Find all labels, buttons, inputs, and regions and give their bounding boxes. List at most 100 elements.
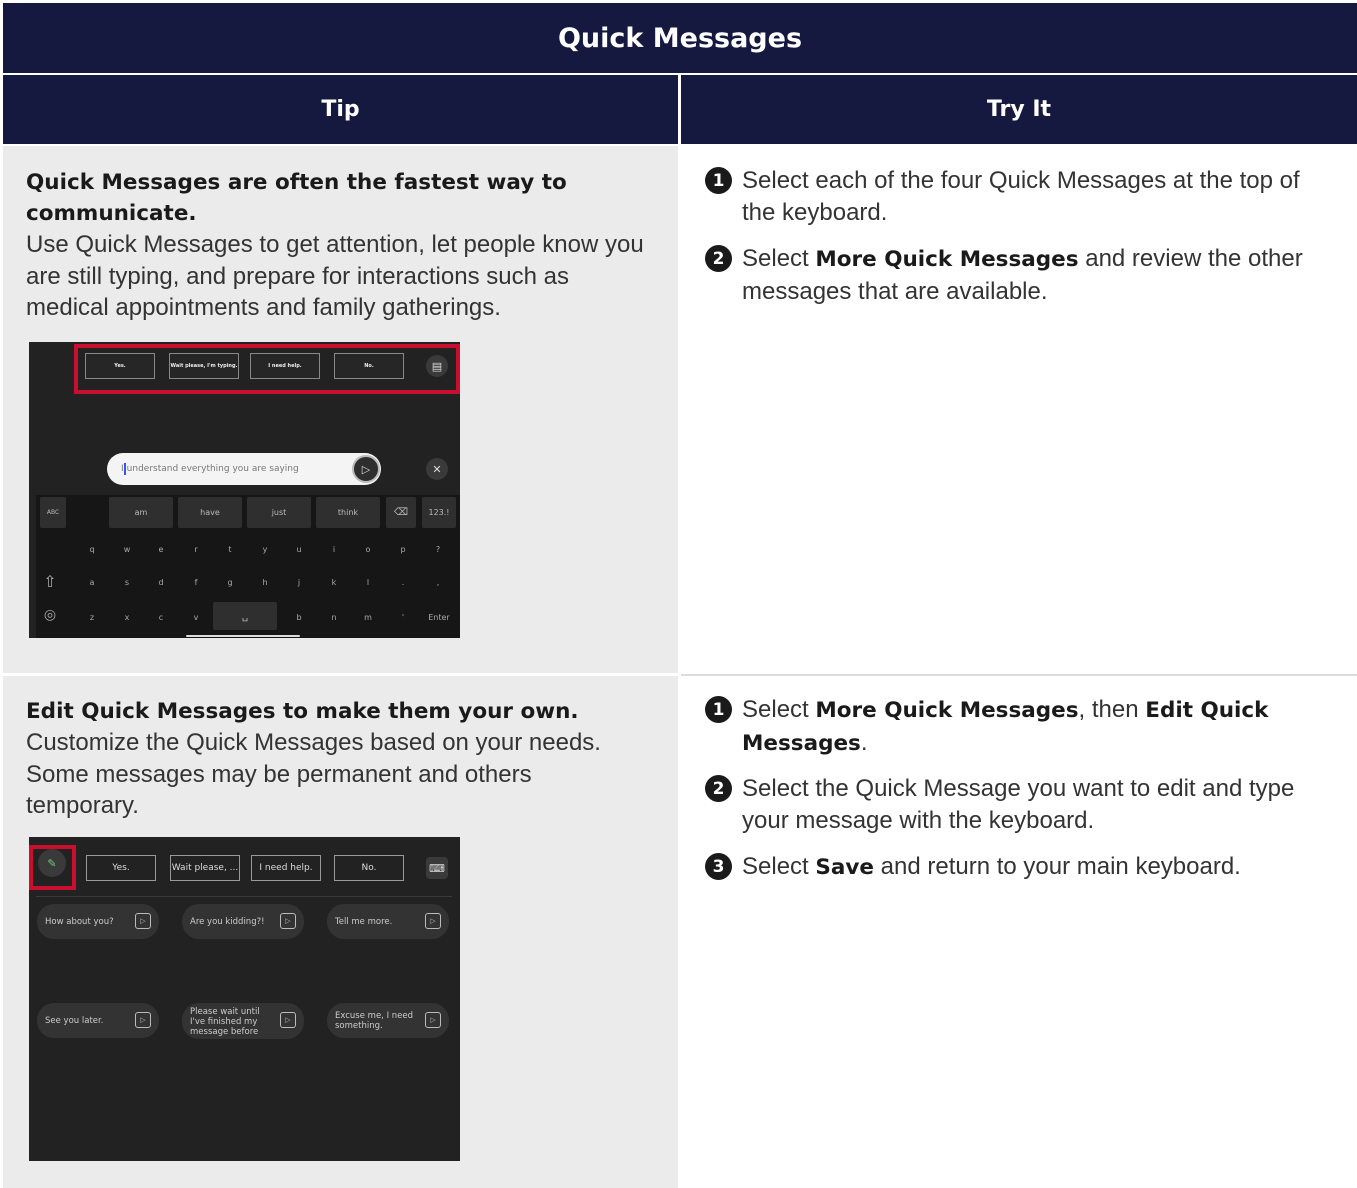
key: . xyxy=(401,578,405,587)
card-text: How about you? xyxy=(45,916,114,927)
step-number: 1 xyxy=(705,167,732,194)
tip-2-body: Customize the Quick Messages based on yo… xyxy=(26,729,601,819)
step-number: 3 xyxy=(705,853,732,880)
key: d xyxy=(158,578,164,587)
key: o xyxy=(365,545,371,554)
card-text: See you later. xyxy=(45,1015,104,1026)
key: g xyxy=(227,578,233,587)
step-number: 1 xyxy=(705,696,732,723)
speak-icon: ▷ xyxy=(135,913,151,929)
quick-message-card: Excuse me, I need something. ▷ xyxy=(327,1003,449,1038)
step-text: Select More Quick Messages, then Edit Qu… xyxy=(742,694,1325,760)
quick-message-button: No. xyxy=(334,353,404,379)
step-text-part: and return to your main keyboard. xyxy=(873,853,1241,880)
step-text-part: , then xyxy=(1078,696,1146,723)
abc-key: ABC xyxy=(40,497,66,528)
word-prediction: am xyxy=(109,497,173,528)
card-text: Please wait until I've finished my messa… xyxy=(190,1007,260,1037)
keyboard: ABC am have just think ⌫ 123.! q w e r t… xyxy=(36,495,460,638)
key: s xyxy=(124,578,130,587)
step-number: 2 xyxy=(705,245,732,272)
shift-icon: ⇧ xyxy=(43,572,57,591)
keyboard-icon: ⌨ xyxy=(426,857,448,879)
step-text-bold: More Quick Messages xyxy=(815,698,1079,723)
speak-icon: ▷ xyxy=(425,913,441,929)
key: , xyxy=(436,578,440,587)
key: a xyxy=(89,578,95,587)
tip-1: Quick Messages are often the fastest way… xyxy=(26,167,646,324)
quick-message-card: See you later. ▷ xyxy=(37,1003,159,1038)
step-text-part: Select each of the four Quick Messages a… xyxy=(742,167,1300,226)
globe-icon: ◎ xyxy=(43,607,57,623)
tip-2-heading: Edit Quick Messages to make them your ow… xyxy=(26,699,579,724)
word-prediction: have xyxy=(178,497,242,528)
quick-message-button: No. xyxy=(334,855,404,881)
page-title: Quick Messages xyxy=(3,3,1357,73)
step-2-3: 3 Select Save and return to your main ke… xyxy=(705,851,1325,884)
speak-icon: ▷ xyxy=(352,455,380,483)
trash-icon: ✕ xyxy=(426,458,448,480)
column-header-try-it: Try It xyxy=(681,75,1357,144)
tip-1-heading: Quick Messages are often the fastest way… xyxy=(26,170,567,226)
step-text-part: Select xyxy=(742,696,816,723)
speak-icon: ▷ xyxy=(135,1012,151,1028)
key: x xyxy=(124,613,130,622)
speak-icon: ▷ xyxy=(280,913,296,929)
step-text: Select each of the four Quick Messages a… xyxy=(742,165,1325,229)
quick-message-button: Yes. xyxy=(86,855,156,881)
numbers-key: 123.! xyxy=(422,497,456,528)
home-indicator xyxy=(186,635,300,637)
word-prediction: just xyxy=(247,497,311,528)
enter-key: Enter xyxy=(428,613,450,622)
backspace-icon: ⌫ xyxy=(386,497,416,528)
space-key: ␣ xyxy=(213,602,277,630)
key: j xyxy=(297,578,301,587)
message-text-bar: Iunderstand everything you are saying xyxy=(107,453,381,485)
message-text: understand everything you are saying xyxy=(126,464,299,474)
pencil-icon: ✎ xyxy=(38,849,66,877)
key: c xyxy=(158,613,164,622)
key: w xyxy=(123,545,131,554)
key: n xyxy=(331,613,337,622)
key: p xyxy=(400,545,406,554)
column-header-tip: Tip xyxy=(3,75,678,144)
tip-2: Edit Quick Messages to make them your ow… xyxy=(26,696,646,822)
key: m xyxy=(364,613,372,622)
step-text-part: . xyxy=(860,729,868,756)
text-cursor xyxy=(123,463,126,475)
more-quick-messages-icon: ▤ xyxy=(426,355,448,377)
key: q xyxy=(89,545,95,554)
divider xyxy=(36,896,452,897)
step-text-bold: Save xyxy=(815,855,874,880)
card-text: Tell me more. xyxy=(335,916,393,927)
key: l xyxy=(366,578,370,587)
key: k xyxy=(331,578,337,587)
step-2-2: 2 Select the Quick Message you want to e… xyxy=(705,773,1325,837)
step-text-bold: More Quick Messages xyxy=(815,247,1079,272)
step-text: Select More Quick Messages and review th… xyxy=(742,243,1325,308)
key: u xyxy=(296,545,302,554)
tip-1-body: Use Quick Messages to get attention, let… xyxy=(26,231,644,321)
quick-message-card: Please wait until I've finished my messa… xyxy=(182,1003,304,1039)
key: z xyxy=(89,613,95,622)
quick-message-button: Wait please, I'm typing. xyxy=(169,353,239,379)
step-text-part: Select the Quick Message you want to edi… xyxy=(742,775,1295,834)
quick-message-card: Tell me more. ▷ xyxy=(327,904,449,939)
quick-message-card: Are you kidding?! ▷ xyxy=(182,904,304,939)
key: v xyxy=(193,613,199,622)
key: ' xyxy=(401,613,405,622)
quick-messages-keyboard-screenshot: Yes. Wait please, I'm typing. I need hel… xyxy=(29,342,460,638)
step-text-part: Select xyxy=(742,853,816,880)
step-1-1: 1 Select each of the four Quick Messages… xyxy=(705,165,1325,229)
step-text: Select the Quick Message you want to edi… xyxy=(742,773,1325,837)
key: e xyxy=(158,545,164,554)
quick-message-button: Yes. xyxy=(85,353,155,379)
key: t xyxy=(228,545,232,554)
key: h xyxy=(262,578,268,587)
key: f xyxy=(194,578,198,587)
step-2-1: 1 Select More Quick Messages, then Edit … xyxy=(705,694,1325,760)
step-text-part: Select xyxy=(742,245,816,272)
quick-message-button: I need help. xyxy=(250,353,320,379)
speak-icon: ▷ xyxy=(280,1012,296,1028)
word-prediction: think xyxy=(316,497,380,528)
